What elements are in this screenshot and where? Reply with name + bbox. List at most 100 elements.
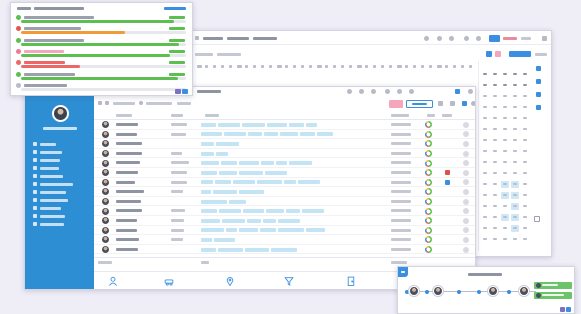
row-menu-icon[interactable] [463,150,469,157]
calendar-day[interactable] [483,172,487,174]
calendar-day[interactable] [483,128,487,130]
tag-chip[interactable] [245,247,269,252]
table-row[interactable] [94,226,475,236]
calendar-day[interactable] [503,183,507,185]
calendar-day[interactable] [483,150,487,152]
calendar-day[interactable] [523,205,527,207]
tag-chip[interactable] [201,247,216,252]
tag-chip[interactable] [298,180,320,185]
back-icon[interactable] [195,36,199,40]
tag-chip[interactable] [267,122,287,127]
calendar-day[interactable] [493,106,497,108]
tag-chip[interactable] [260,228,276,233]
calendar-day[interactable] [513,161,517,163]
calendar-day[interactable] [513,106,517,108]
tag-chip[interactable] [239,228,258,233]
tag-chip[interactable] [216,151,228,156]
tag-chip[interactable] [226,228,237,233]
tag-chip[interactable] [221,161,237,166]
tag-chip[interactable] [233,180,255,185]
toolbar-icon[interactable] [424,36,429,41]
tag-chip[interactable] [201,228,224,233]
calendar-day[interactable] [503,194,507,196]
next-icon[interactable] [105,101,109,105]
column-header[interactable] [391,114,409,117]
tag-chip[interactable] [218,247,243,252]
format-tool-icon[interactable] [277,65,282,68]
progress-row[interactable] [11,71,192,82]
progress-row[interactable] [11,37,192,48]
column-header[interactable] [205,114,219,117]
calendar-day[interactable] [513,194,517,196]
calendar-day[interactable] [483,183,487,185]
calendar-day[interactable] [513,205,517,207]
calendar-day[interactable] [483,227,487,229]
menu-label[interactable] [217,53,241,56]
calendar-action-icon[interactable] [536,66,541,71]
calendar-day[interactable] [483,117,487,119]
tag-chip[interactable] [265,170,287,175]
calendar-day[interactable] [523,106,527,108]
toolbar-icon[interactable] [476,36,481,41]
row-menu-icon[interactable] [463,227,469,234]
breadcrumb-segment[interactable] [253,37,277,40]
tag-chip[interactable] [218,122,240,127]
sidebar-item[interactable] [25,213,94,219]
avatar-icon[interactable] [409,286,419,296]
format-tool-icon[interactable] [285,65,288,68]
table-row[interactable] [94,130,475,140]
calendar-day[interactable] [513,238,517,240]
calendar-day[interactable] [503,95,507,97]
calendar-day[interactable] [483,205,487,207]
row-menu-icon[interactable] [463,121,469,128]
calendar-day[interactable] [493,95,497,97]
tag-chip[interactable] [201,141,214,146]
calendar-day[interactable] [493,227,497,229]
tag-chip[interactable] [289,161,312,166]
tag-chip[interactable] [247,218,261,223]
calendar-day[interactable] [503,84,507,86]
breadcrumb-segment[interactable] [203,37,223,40]
filter-label[interactable] [177,102,191,105]
tag-chip[interactable] [201,151,214,156]
progress-row[interactable] [11,60,192,70]
toolbar-icon[interactable] [385,89,390,94]
calendar-day[interactable] [503,205,507,207]
calendar-day[interactable] [513,139,517,141]
table-row[interactable] [94,139,475,149]
tag-chip[interactable] [222,218,245,223]
format-tool-icon[interactable] [333,65,336,68]
tag-chip[interactable] [201,209,217,214]
funnel-icon[interactable] [284,276,294,286]
calendar-day[interactable] [523,194,527,196]
progress-row[interactable] [11,26,192,36]
row-menu-icon[interactable] [463,246,469,253]
highlight-toggle-icon[interactable] [495,51,501,57]
tag-chip[interactable] [213,189,237,194]
tag-chip[interactable] [289,122,304,127]
format-tool-icon[interactable] [413,65,416,68]
sidebar-item[interactable] [25,141,94,147]
new-task-button[interactable] [389,100,403,108]
avatar-icon[interactable] [433,286,443,296]
previous-icon[interactable] [98,101,102,105]
tag-chip[interactable] [201,237,212,242]
view-toggle-icon[interactable] [486,51,492,57]
format-tool-icon[interactable] [309,65,312,68]
tag-chip[interactable] [239,189,264,194]
tag-chip[interactable] [215,180,231,185]
calendar-day[interactable] [513,183,517,185]
format-tool-icon[interactable] [397,65,402,68]
tag-chip[interactable] [201,122,216,127]
format-tool-icon[interactable] [213,65,216,68]
calendar-day[interactable] [483,194,487,196]
format-tool-icon[interactable] [357,65,362,68]
toolbar-icon[interactable] [347,89,352,94]
format-tool-icon[interactable] [469,65,472,68]
calendar-day[interactable] [483,95,487,97]
menu-label[interactable] [535,53,547,56]
progress-row[interactable] [11,48,192,59]
calendar-action-icon[interactable] [536,105,541,110]
breadcrumb-segment[interactable] [227,37,249,40]
toolbar-icon[interactable] [409,89,414,94]
